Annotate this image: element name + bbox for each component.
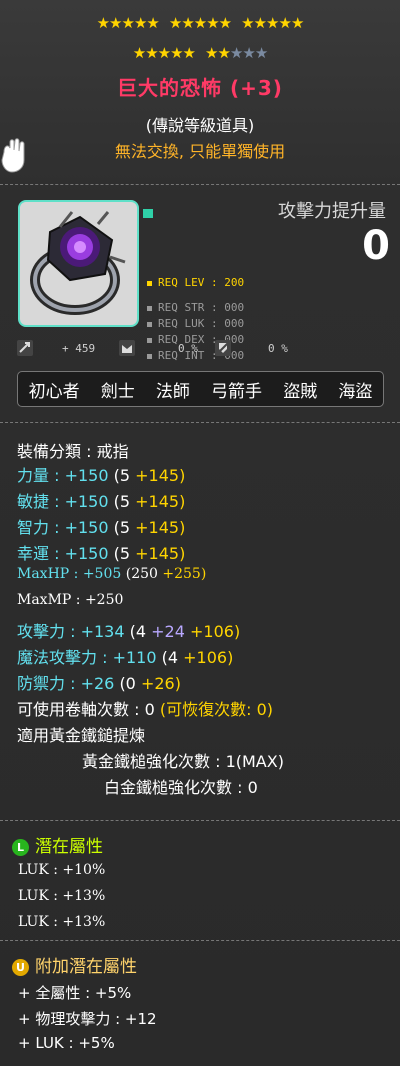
job-beginner: 初心者 bbox=[28, 381, 80, 402]
golden-hammer-count: 黃金鐵槌強化次數 : 1(MAX) bbox=[82, 752, 284, 771]
req-luk: REQ LUK : 000 bbox=[158, 317, 245, 330]
star-icon: ★ bbox=[206, 14, 219, 32]
star-icon: ★ bbox=[205, 44, 218, 62]
star-icon: ★ bbox=[132, 44, 146, 62]
star-icon: ★ bbox=[217, 44, 230, 62]
star-icon: ★ bbox=[121, 14, 135, 32]
boss-damage-icon bbox=[119, 340, 135, 356]
divider bbox=[0, 422, 400, 424]
potential-line-1: LUK : +10% bbox=[18, 862, 106, 878]
star-icon: ★ bbox=[133, 14, 147, 32]
attack-increase-value: 0 bbox=[362, 223, 390, 269]
trade-restriction: 無法交換, 只能單獨使用 bbox=[114, 142, 286, 161]
star-icon: ★ bbox=[290, 14, 304, 32]
stat-dex: 敏捷 : +150 (5 +145) bbox=[17, 492, 186, 511]
compare-stat-a: + 459 bbox=[62, 342, 96, 355]
job-list: 初心者 劍士 法師 弓箭手 盜賊 海盜 bbox=[17, 371, 384, 407]
req-level: REQ LEV : 200 bbox=[147, 276, 244, 289]
empty-star-icon: ★ bbox=[254, 44, 268, 62]
attack-increase-label: 攻擊力提升量 bbox=[278, 201, 386, 222]
stat-str: 力量 : +150 (5 +145) bbox=[17, 466, 186, 485]
star-icon: ★ bbox=[145, 44, 158, 62]
star-icon: ★ bbox=[193, 14, 207, 32]
star-force-row-1: ★★★★★ ★★★★★ ★★★★★ bbox=[0, 14, 400, 32]
divider bbox=[0, 940, 400, 942]
star-icon: ★ bbox=[182, 44, 196, 62]
platinum-hammer-count: 白金鐵槌強化次數 : 0 bbox=[104, 778, 258, 797]
stat-luk: 幸運 : +150 (5 +145) bbox=[17, 544, 186, 563]
star-icon: ★ bbox=[253, 14, 267, 32]
potential-line-3: LUK : +13% bbox=[18, 914, 106, 930]
potential-line-2: LUK : +13% bbox=[18, 888, 106, 904]
potential-grade-badge: L bbox=[12, 839, 29, 856]
job-warrior: 劍士 bbox=[100, 381, 135, 402]
stat-maxhp: MaxHP : +505 (250 +255) bbox=[17, 566, 207, 582]
scroll-slots: 可使用卷軸次數 : 0 (可恢復次數: 0) bbox=[17, 700, 273, 719]
star-icon: ★ bbox=[96, 14, 110, 32]
ring-icon bbox=[30, 211, 126, 315]
star-icon: ★ bbox=[241, 14, 254, 32]
item-icon-frame bbox=[18, 200, 139, 327]
compare-stat-c: 0 % bbox=[268, 342, 288, 355]
item-tooltip: ★★★★★ ★★★★★ ★★★★★ ★★★★★ ★★★★★ 巨大的恐怖 (+3) (傳… bbox=[0, 0, 400, 1066]
star-icon: ★ bbox=[157, 44, 171, 62]
job-archer: 弓箭手 bbox=[211, 381, 263, 402]
bonus-potential-header: U 附加潛在屬性 bbox=[12, 952, 137, 977]
glove-cursor-icon bbox=[1, 138, 25, 173]
job-pirate: 海盜 bbox=[338, 381, 373, 402]
star-icon: ★ bbox=[278, 14, 291, 32]
item-title: 巨大的恐怖 (+3) bbox=[117, 76, 283, 100]
star-icon: ★ bbox=[181, 14, 194, 32]
ignore-defense-icon bbox=[215, 340, 231, 356]
stat-defense: 防禦力 : +26 (0 +26) bbox=[17, 674, 181, 693]
divider bbox=[0, 820, 400, 822]
stat-magic-attack: 魔法攻擊力 : +110 (4 +106) bbox=[17, 648, 234, 667]
bonus-potential-line-3: + LUK : +5% bbox=[18, 1034, 115, 1052]
bonus-potential-line-2: + 物理攻擊力 : +12 bbox=[18, 1010, 157, 1028]
empty-star-icon: ★ bbox=[242, 44, 255, 62]
job-thief: 盜賊 bbox=[283, 381, 318, 402]
compare-stats-row: + 459 0 % 0 % bbox=[16, 338, 386, 360]
star-icon: ★ bbox=[218, 14, 232, 32]
empty-star-icon: ★ bbox=[229, 44, 243, 62]
compare-stat-b: 0 % bbox=[178, 342, 198, 355]
job-magician: 法師 bbox=[155, 381, 190, 402]
stat-maxmp: MaxMP : +250 bbox=[17, 592, 124, 608]
potential-header: L 潛在屬性 bbox=[12, 832, 103, 857]
star-icon: ★ bbox=[109, 14, 122, 32]
bonus-potential-line-1: + 全屬性 : +5% bbox=[18, 984, 132, 1002]
divider bbox=[0, 184, 400, 186]
star-force-row-2: ★★★★★ ★★★★★ bbox=[0, 44, 400, 62]
star-icon: ★ bbox=[168, 14, 182, 32]
star-icon: ★ bbox=[170, 44, 183, 62]
golden-hammer-applicable: 適用黃金鐵鎚提煉 bbox=[17, 726, 146, 745]
star-icon: ★ bbox=[146, 14, 159, 32]
weapon-compare-icon bbox=[17, 340, 33, 356]
bonus-potential-grade-badge: U bbox=[12, 959, 29, 976]
equip-category: 裝備分類 : 戒指 bbox=[17, 442, 129, 461]
stat-int: 智力 : +150 (5 +145) bbox=[17, 518, 186, 537]
flag-icon bbox=[143, 209, 153, 218]
req-str: REQ STR : 000 bbox=[158, 301, 245, 314]
item-grade: (傳說等級道具) bbox=[145, 116, 255, 135]
stat-attack: 攻擊力 : +134 (4 +24 +106) bbox=[17, 622, 241, 641]
star-icon: ★ bbox=[266, 14, 279, 32]
